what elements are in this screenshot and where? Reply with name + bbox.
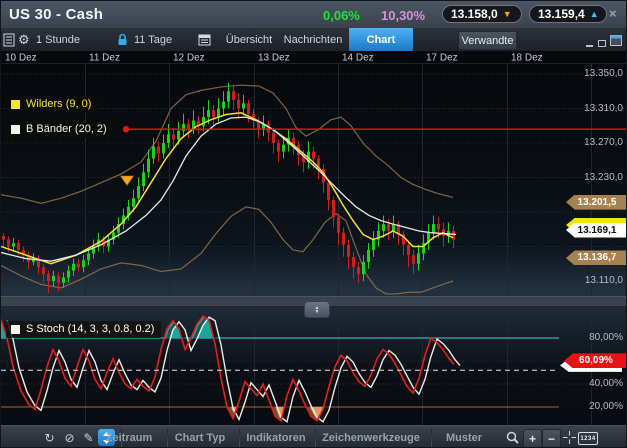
legend-bbands[interactable]: B Bänder (20, 2) xyxy=(6,121,114,138)
tab-nachrichten[interactable]: Nachrichten xyxy=(282,28,344,51)
svg-text:12 Dez: 12 Dez xyxy=(173,53,205,64)
stoch-k-value-badge: 60,09% xyxy=(564,353,627,368)
notes-icon[interactable] xyxy=(3,28,15,51)
clear-drawings-icon[interactable]: ⊘ xyxy=(61,429,78,446)
chart-toolbar: ⚙ 1 Stunde 11 Tage Übersicht Nachrichten… xyxy=(1,28,627,52)
lock-icon[interactable] xyxy=(117,28,128,51)
stoch-axis-label: 80,00% xyxy=(553,332,623,343)
legend-stoch-label: S Stoch (14, 3, 3, 0.8, 0.2) xyxy=(26,323,154,335)
trading-window: US 30 - Cash 0,06% 10,30% 13.158,0 ▼ 13.… xyxy=(0,0,627,448)
range-percent: 10,30% xyxy=(381,8,425,23)
buy-price-button[interactable]: 13.159,4 ▲ xyxy=(529,5,607,23)
sell-direction-icon: ▼ xyxy=(503,10,512,19)
svg-text:14 Dez: 14 Dez xyxy=(342,53,374,64)
legend-bbands-label: B Bänder (20, 2) xyxy=(26,123,107,135)
arrow-down-icon: ▼ xyxy=(315,310,320,314)
wilders-swatch-icon xyxy=(11,100,20,109)
crosshair-icon[interactable] xyxy=(561,429,578,446)
svg-text:11 Dez: 11 Dez xyxy=(89,53,120,64)
zoom-in-button[interactable]: + xyxy=(523,429,542,448)
bbands-swatch-icon xyxy=(11,125,20,134)
bollinger-bands xyxy=(1,85,453,294)
price-axis-label: 13.230,0 xyxy=(553,172,623,183)
chart-area[interactable]: 10 Dez 11 Dez 12 Dez 13 Dez 14 Dez 17 Dez 18 D… xyxy=(1,51,627,425)
related-button[interactable]: Verwandte xyxy=(458,31,517,50)
change-percent: 0,06% xyxy=(323,8,360,23)
gear-icon[interactable]: ⚙ xyxy=(18,28,30,51)
stoch-axis-label: 40,00% xyxy=(553,378,623,389)
buy-price: 13.159,4 xyxy=(538,7,585,21)
stoch-swatch-icon xyxy=(11,325,20,334)
stoch-axis-label: 20,00% xyxy=(553,401,623,412)
close-icon[interactable]: × xyxy=(609,6,617,21)
sell-price-button[interactable]: 13.158,0 ▼ xyxy=(442,5,522,23)
price-axis-label: 13.350,0 xyxy=(553,68,623,79)
popout-icon[interactable] xyxy=(610,33,622,51)
legend-wilders-label: Wilders (9, 0) xyxy=(26,98,91,110)
svg-text:10 Dez: 10 Dez xyxy=(5,53,37,64)
bottom-toolbar: ↻ ⊘ ✎ Zeitraum Chart Typ Indikatoren Zei… xyxy=(1,425,627,448)
legend-wilders[interactable]: Wilders (9, 0) xyxy=(6,96,98,113)
date-axis: 10 Dez 11 Dez 12 Dez 13 Dez 14 Dez 17 Dez 18 D… xyxy=(1,53,627,64)
interval-select[interactable]: 1 Stunde xyxy=(36,28,80,51)
separator xyxy=(431,429,432,447)
window-titlebar: US 30 - Cash 0,06% 10,30% 13.158,0 ▼ 13.… xyxy=(1,1,627,29)
range-select[interactable]: 11 Tage xyxy=(134,28,172,51)
panel-resize-button[interactable]: ▲ ▼ xyxy=(304,301,330,318)
refresh-icon[interactable]: ↻ xyxy=(41,429,58,446)
band-value-badge: 13.136,7 xyxy=(566,250,627,265)
zoom-out-button[interactable]: − xyxy=(542,429,561,448)
band-value-badge: 13.201,5 xyxy=(566,195,627,210)
separator xyxy=(167,429,168,447)
draw-icon[interactable]: ✎ xyxy=(80,429,97,446)
svg-text:13 Dez: 13 Dez xyxy=(258,53,290,64)
separator xyxy=(239,429,240,447)
price-values-icon[interactable]: 1234 xyxy=(578,432,598,445)
legend-stochastic[interactable]: S Stoch (14, 3, 3, 0.8, 0.2) xyxy=(6,321,161,338)
calendar-icon[interactable] xyxy=(198,28,211,51)
menu-muster[interactable]: Muster xyxy=(435,426,493,448)
svg-text:17 Dez: 17 Dez xyxy=(426,53,458,64)
price-axis-label: 13.110,0 xyxy=(553,275,623,286)
instrument-title: US 30 - Cash xyxy=(9,6,103,23)
tab-chart[interactable]: Chart xyxy=(349,28,413,51)
price-axis-label: 13.270,0 xyxy=(553,137,623,148)
buy-direction-icon: ▲ xyxy=(590,10,599,19)
menu-chart-typ[interactable]: Chart Typ xyxy=(169,426,231,448)
tab-uebersicht[interactable]: Übersicht xyxy=(223,28,275,51)
bb-middle-value-badge: 13.169,1 xyxy=(566,223,627,238)
sell-price: 13.158,0 xyxy=(451,7,498,21)
zoom-tool-icon[interactable] xyxy=(504,429,521,446)
svg-text:18 Dez: 18 Dez xyxy=(511,53,543,64)
sell-marker xyxy=(120,176,134,186)
menu-zeichenwerkzeuge[interactable]: Zeichenwerkzeuge xyxy=(317,426,425,448)
menu-indikatoren[interactable]: Indikatoren xyxy=(241,426,311,448)
menu-zeitraum[interactable]: Zeitraum xyxy=(97,426,161,448)
price-axis-label: 13.310,0 xyxy=(553,103,623,114)
separator xyxy=(315,429,316,447)
